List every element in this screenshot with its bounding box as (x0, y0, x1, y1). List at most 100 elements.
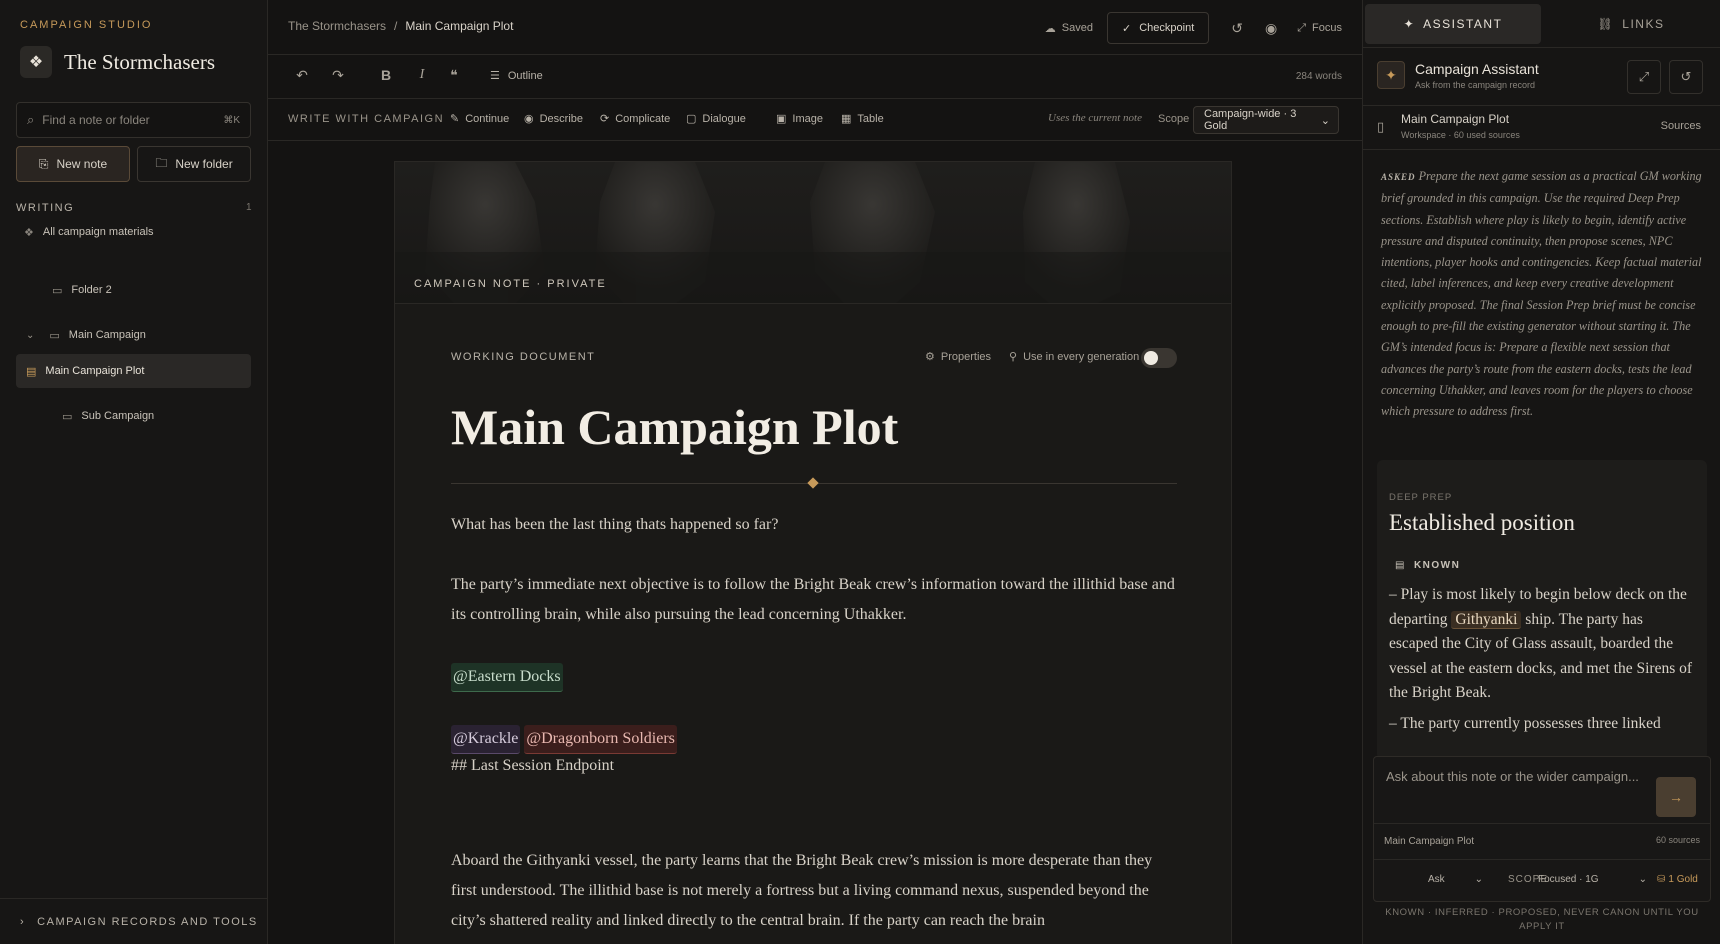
folder-icon: ▭ (52, 284, 63, 297)
describe-button[interactable]: ◉ Describe (524, 112, 583, 126)
mode-value: Ask (1428, 874, 1445, 885)
dialogue-button[interactable]: ▢ Dialogue (686, 112, 746, 126)
campaign-title: The Stormchasers (64, 50, 216, 74)
tab-links-label: LINKS (1622, 17, 1665, 31)
word-count: 284 words (1295, 71, 1342, 82)
expand-icon: ⤢ (1297, 21, 1307, 34)
history-icon[interactable]: ↺ (1231, 20, 1243, 37)
sidebar-item-main-campaign[interactable]: ⌄ ▭ Main Campaign (26, 320, 250, 350)
focus-button[interactable]: ⤢ Focus (1297, 22, 1342, 35)
image-button[interactable]: ▣ Image (776, 112, 823, 126)
send-button[interactable]: → (1656, 777, 1696, 817)
paragraph-2[interactable]: The party’s immediate next objective is … (451, 570, 1181, 630)
write-with-campaign-bar: WRITE WITH CAMPAIGN ✎ Continue ◉ Describe … (268, 99, 1362, 141)
source-row: ▯ Main Campaign Plot Workspace · 60 used… (1363, 106, 1720, 150)
note-icon: ▤ (1395, 560, 1406, 571)
composer: → Main Campaign Plot 60 sources Ask ⌄ SC… (1373, 756, 1711, 902)
card-title: Established position (1389, 510, 1575, 535)
sidebar-item-label: Folder 2 (71, 284, 112, 296)
save-status: ☁ Saved (1045, 22, 1093, 35)
continue-label: Continue (465, 112, 510, 125)
sidebar-item-main-campaign-plot[interactable]: ▤ Main Campaign Plot (16, 354, 251, 388)
sidebar-item-all-materials[interactable]: ❖ All campaign materials (24, 217, 250, 247)
new-folder-button[interactable]: 🗀 New folder (137, 146, 251, 182)
assistant-header: ✦ Campaign Assistant Ask from the campai… (1363, 48, 1720, 106)
history-icon[interactable]: ↺ (1669, 60, 1703, 94)
sources-link[interactable]: Sources (1661, 120, 1701, 132)
tab-assistant[interactable]: ✦ ASSISTANT (1365, 4, 1541, 44)
mention-line-docks: @Eastern Docks (451, 662, 1181, 692)
sidebar-item-sub-campaign[interactable]: ▭ Sub Campaign (62, 401, 250, 431)
paragraph-1[interactable]: What has been the last thing thats happe… (451, 510, 1181, 540)
outline-label: Outline (507, 69, 543, 82)
table-label: Table (857, 112, 884, 125)
italic-icon[interactable]: I (412, 67, 432, 83)
table-button[interactable]: ▦ Table (841, 112, 884, 126)
preview-eye-icon[interactable]: ◉ (1265, 20, 1277, 37)
sidebar-item-label: Sub Campaign (81, 410, 155, 422)
check-icon: ✓ (1122, 22, 1132, 35)
refresh-icon: ⟳ (600, 113, 610, 125)
topbar: The Stormchasers / Main Campaign Plot ☁ … (268, 0, 1362, 55)
scope-select[interactable]: Focused · 1G ⌄ (1538, 874, 1647, 885)
complicate-button[interactable]: ⟳ Complicate (600, 112, 670, 126)
pen-icon: ✎ (450, 113, 460, 125)
search-shortcut: ⌘K (223, 114, 240, 126)
use-every-label: Use in every generation (1023, 350, 1140, 363)
bold-icon[interactable]: B (376, 67, 396, 83)
dialogue-label: Dialogue (702, 112, 746, 125)
source-subtitle: Workspace · 60 used sources (1401, 130, 1520, 140)
checkpoint-button[interactable]: ✓ Checkpoint (1107, 12, 1210, 44)
sidebar-item-label: Main Campaign (68, 329, 146, 341)
continue-button[interactable]: ✎ Continue (450, 112, 510, 126)
search-input[interactable] (42, 113, 203, 127)
use-every-generation-toggle[interactable] (1141, 348, 1177, 368)
heading-line[interactable]: ## Last Session Endpoint (451, 751, 1181, 781)
sidebar-item-label: All campaign materials (42, 226, 154, 238)
write-bar-label: WRITE WITH CAMPAIGN (288, 113, 445, 125)
expand-icon[interactable]: ⤢ (1627, 60, 1661, 94)
known-label: KNOWN (1413, 560, 1461, 571)
redo-icon[interactable]: ↷ (328, 67, 348, 84)
mention-dragonborn-soldiers[interactable]: @Dragonborn Soldiers (524, 725, 677, 754)
panel-tabs: ✦ ASSISTANT ⛓ LINKS (1363, 0, 1720, 48)
arrow-right-icon: → (1669, 789, 1683, 805)
campaign-records-toggle[interactable]: › CAMPAIGN RECORDS AND TOOLS (0, 898, 268, 944)
composer-controls: Ask ⌄ SCOPE Focused · 1G ⌄ ⛁ 1 Gold (1374, 859, 1710, 901)
scope-select[interactable]: Campaign-wide · 3 Gold ⌄ (1193, 106, 1339, 134)
sidebar-item-folder-2[interactable]: ▭ Folder 2 (52, 275, 250, 305)
document-title[interactable]: Main Campaign Plot (451, 398, 898, 456)
pin-icon: ⚲ (1009, 351, 1018, 363)
undo-icon[interactable]: ↶ (292, 67, 312, 84)
document-page: CAMPAIGN NOTE · PRIVATE WORKING DOCUMENT… (394, 161, 1232, 944)
ask-input[interactable] (1386, 769, 1656, 813)
quote-icon[interactable]: ❝ (444, 67, 464, 84)
mode-select[interactable]: Ask ⌄ (1428, 874, 1483, 885)
folder-icon: ▭ (49, 329, 60, 342)
image-label: Image (792, 112, 823, 125)
format-toolbar: ↶ ↷ B I ❝ ☰ Outline 284 words (268, 55, 1362, 99)
mention-krackle[interactable]: @Krackle (451, 725, 521, 754)
write-bar-note: Uses the current note (1048, 112, 1142, 124)
note-icon: ▤ (26, 365, 37, 378)
properties-button[interactable]: ⚙ Properties (925, 350, 991, 364)
assistant-title: Campaign Assistant (1415, 61, 1539, 77)
outline-button[interactable]: ☰ Outline (490, 69, 543, 83)
new-folder-label: New folder (175, 157, 233, 171)
new-note-button[interactable]: ⎘ New note (16, 146, 130, 182)
tab-assistant-label: ASSISTANT (1423, 17, 1503, 31)
asked-text: Prepare the next game session as a pract… (1381, 169, 1702, 419)
mention-eastern-docks[interactable]: @Eastern Docks (451, 663, 563, 692)
breadcrumb-current: Main Campaign Plot (405, 19, 514, 33)
tab-links[interactable]: ⛓ LINKS (1543, 4, 1719, 44)
chevron-right-icon: › (20, 915, 26, 928)
table-icon: ▦ (841, 113, 852, 125)
sidebar: CAMPAIGN STUDIO ❖ The Stormchasers ⌕ ⌘K … (0, 0, 268, 944)
section-count: 1 (246, 202, 252, 213)
folder-icon: ▭ (62, 410, 73, 423)
mention-githyanki[interactable]: Githyanki (1451, 610, 1522, 629)
gold-cost-label: 1 Gold (1668, 874, 1698, 885)
mention-line-characters: @Krackle @Dragonborn Soldiers (451, 724, 1181, 754)
breadcrumb-root[interactable]: The Stormchasers (288, 19, 386, 33)
paragraph-3[interactable]: Aboard the Githyanki vessel, the party l… (451, 846, 1181, 936)
